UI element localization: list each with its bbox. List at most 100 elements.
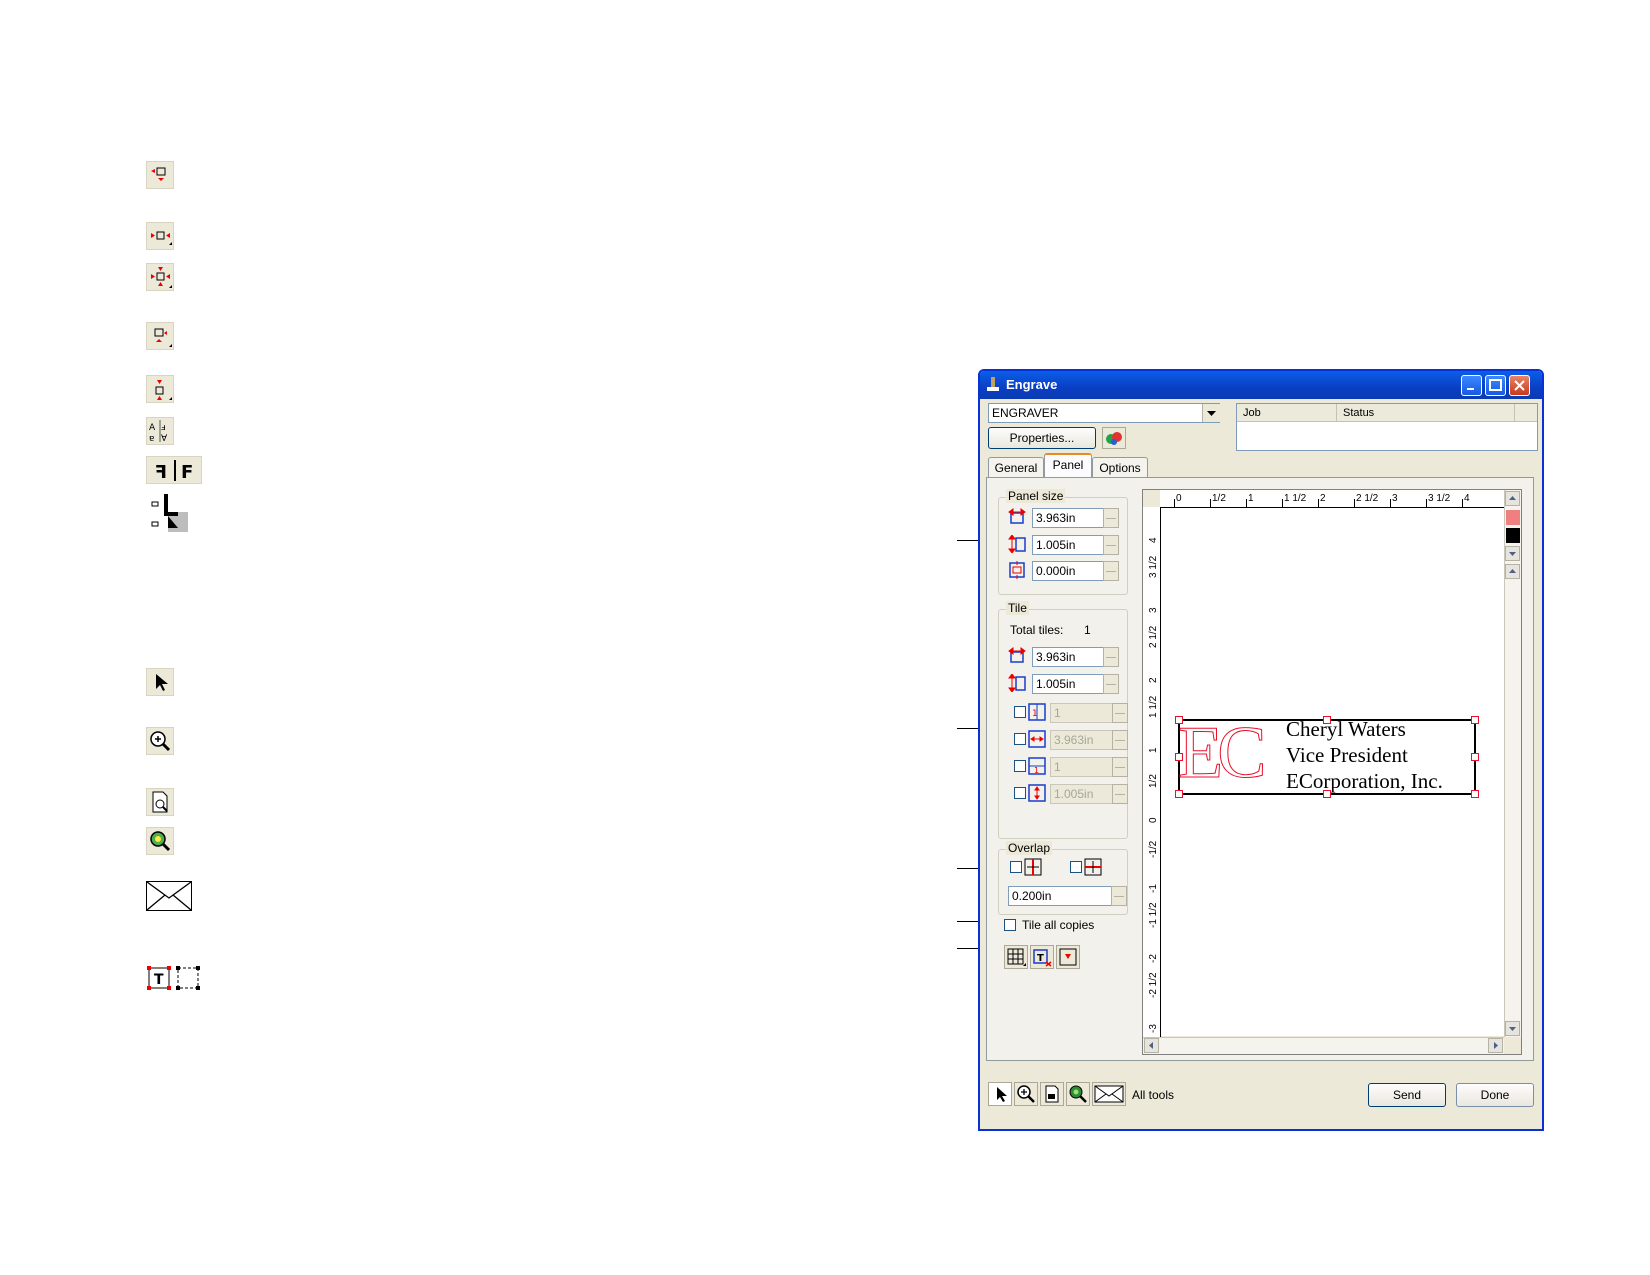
overlap-input[interactable]: 0.200in	[1008, 886, 1120, 906]
total-tiles-value: 1	[1084, 623, 1091, 637]
tab-panel-label: Panel	[1052, 458, 1084, 472]
center-both-icon	[146, 263, 174, 291]
tile-columns-spinner[interactable]	[1112, 703, 1128, 723]
chevron-up-icon	[1509, 496, 1516, 500]
ruler-top-tick: 4	[1464, 493, 1470, 504]
text-fit-icon: T	[1033, 949, 1052, 967]
tile-row-height-checkbox[interactable]	[1014, 787, 1026, 799]
scroll-down-button[interactable]	[1505, 1021, 1520, 1036]
tab-panel[interactable]: Panel	[1044, 453, 1092, 478]
all-tools-label: All tools	[1132, 1088, 1175, 1102]
selection-handle[interactable]	[1175, 716, 1183, 724]
ruler-left-tick: -1 1/2	[1148, 902, 1159, 928]
selection-handle[interactable]	[1471, 753, 1479, 761]
ruler-top-mark	[1210, 499, 1211, 507]
panel-margin-input[interactable]: 0.000in	[1032, 561, 1112, 581]
tile-row-height-spinner[interactable]	[1112, 784, 1128, 804]
printer-select[interactable]: ENGRAVER	[988, 403, 1220, 423]
svg-text:A: A	[149, 423, 156, 433]
printer-dropdown-button[interactable]	[1202, 404, 1220, 422]
color-swatch-black[interactable]	[1506, 528, 1520, 543]
tile-columns-input[interactable]: 1	[1050, 703, 1120, 723]
scroll-up-button-2[interactable]	[1505, 564, 1520, 579]
tile-height-spinner[interactable]	[1103, 674, 1119, 694]
swatch-scroll-down-button[interactable]	[1505, 546, 1520, 561]
panel-margin-spinner[interactable]	[1103, 561, 1119, 581]
scroll-up-button[interactable]	[1505, 491, 1520, 506]
title-bar[interactable]: Engrave	[980, 371, 1542, 399]
tile-rows-checkbox[interactable]	[1014, 760, 1026, 772]
engrave-window: Engrave ENGRAVER Job Status Properties..…	[978, 369, 1544, 1131]
scroll-right-button[interactable]	[1488, 1038, 1503, 1053]
selection-handle[interactable]	[1323, 716, 1331, 724]
tile-column-width-spinner[interactable]	[1112, 730, 1128, 750]
tile-width-spinner[interactable]	[1103, 647, 1119, 667]
tile-rows-input[interactable]: 1	[1050, 757, 1120, 777]
selection-handle[interactable]	[1323, 790, 1331, 798]
printer-select-value: ENGRAVER	[992, 406, 1059, 420]
send-button-label: Send	[1392, 1088, 1422, 1102]
horizontal-scrollbar[interactable]	[1143, 1037, 1504, 1054]
zoom-page-tool-button[interactable]	[1040, 1082, 1064, 1106]
card-title: Vice President	[1286, 743, 1408, 767]
tile-all-copies-checkbox[interactable]	[1004, 919, 1016, 931]
envelope-tool-button[interactable]	[1092, 1082, 1126, 1106]
scroll-left-button[interactable]	[1144, 1038, 1159, 1053]
tile-row-height-input[interactable]: 1.005in	[1050, 784, 1120, 804]
maximize-button[interactable]	[1485, 375, 1506, 396]
ruler-top-mark	[1318, 499, 1319, 507]
overlap-vertical-checkbox[interactable]	[1070, 861, 1082, 873]
select-arrow-icon	[997, 1087, 1007, 1102]
svg-text:F: F	[181, 462, 193, 483]
zoom-page-icon	[1045, 1085, 1059, 1103]
overlap-spinner[interactable]	[1111, 886, 1127, 906]
job-column-header[interactable]: Job	[1237, 404, 1337, 422]
minimize-button[interactable]	[1461, 375, 1482, 396]
overlap-horizontal-checkbox[interactable]	[1010, 861, 1022, 873]
job-list[interactable]: Job Status	[1236, 403, 1538, 451]
status-column-header[interactable]: Status	[1337, 404, 1515, 422]
tile-width-input[interactable]: 3.963in	[1032, 647, 1112, 667]
selection-handle[interactable]	[1471, 790, 1479, 798]
color-settings-button[interactable]	[1102, 427, 1126, 449]
close-button[interactable]	[1509, 375, 1530, 396]
select-tool-button[interactable]	[988, 1082, 1012, 1106]
window-title: Engrave	[1006, 377, 1058, 392]
tile-height-input[interactable]: 1.005in	[1032, 674, 1112, 694]
tile-column-width-checkbox[interactable]	[1014, 733, 1026, 745]
tile-width-icon	[1008, 647, 1026, 663]
zoom-fit-tool-button[interactable]	[1066, 1082, 1090, 1106]
ruler-top-tick: 3 1/2	[1428, 493, 1451, 504]
color-swatch-salmon[interactable]	[1506, 510, 1520, 525]
fit-text-button[interactable]: T	[1030, 945, 1054, 969]
tile-columns-icon: 1	[1028, 703, 1046, 721]
total-tiles-label: Total tiles:	[1010, 623, 1064, 637]
panel-width-input[interactable]: 3.963in	[1032, 508, 1112, 528]
fit-panel-button[interactable]	[1056, 945, 1080, 969]
tile-rows-spinner[interactable]	[1112, 757, 1128, 777]
tab-options-label: Options	[1099, 461, 1141, 475]
chevron-down-icon	[1207, 411, 1216, 416]
ruler-top-tick: 1/2	[1212, 493, 1226, 504]
mirror-icon: FF	[146, 456, 202, 484]
ruler-left-tick: 0	[1148, 817, 1159, 823]
send-button[interactable]: Send	[1368, 1083, 1446, 1107]
tab-general[interactable]: General	[988, 457, 1044, 477]
ruler-top-mark	[1462, 499, 1463, 507]
ruler-top-tick: 1 1/2	[1284, 493, 1307, 504]
zoom-in-tool-button[interactable]	[1014, 1082, 1038, 1106]
tab-general-label: General	[994, 461, 1038, 475]
tab-options[interactable]: Options	[1092, 457, 1148, 477]
tile-row-height-icon	[1028, 784, 1046, 802]
tile-column-width-input[interactable]: 3.963in	[1050, 730, 1120, 750]
tile-columns-checkbox[interactable]	[1014, 706, 1026, 718]
show-tiles-button[interactable]	[1004, 945, 1028, 969]
selection-handle[interactable]	[1175, 790, 1183, 798]
selection-handle[interactable]	[1471, 716, 1479, 724]
selection-handle[interactable]	[1175, 753, 1183, 761]
properties-button[interactable]: Properties...	[988, 427, 1096, 449]
panel-width-spinner[interactable]	[1103, 508, 1119, 528]
panel-height-spinner[interactable]	[1103, 535, 1119, 555]
panel-height-input[interactable]: 1.005in	[1032, 535, 1112, 555]
done-button[interactable]: Done	[1456, 1083, 1534, 1107]
